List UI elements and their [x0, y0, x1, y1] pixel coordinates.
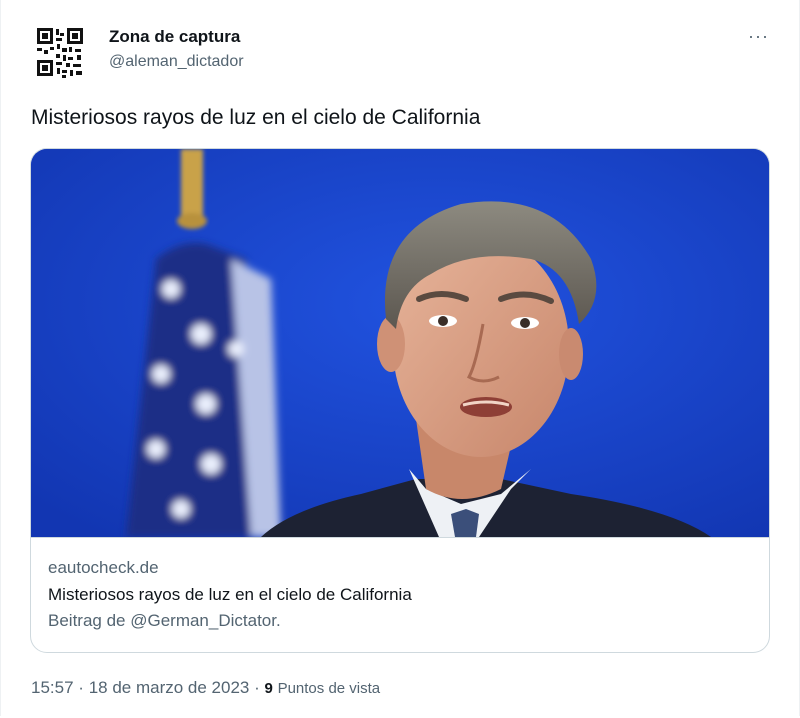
card-title: Misteriosos rayos de luz en el cielo de … — [48, 585, 412, 604]
views-label: Puntos de vista — [277, 680, 381, 697]
card-image[interactable] — [31, 149, 769, 537]
card-meta: eautocheck.de Misteriosos rayos de luz e… — [31, 537, 769, 652]
tweet-time[interactable]: 15:57 — [31, 678, 74, 697]
tweet-text: Misteriosos rayos de luz en el cielo de … — [31, 106, 481, 129]
card-description: Beitrag de @German_Dictator. — [48, 611, 281, 630]
author-handle[interactable]: @aleman_dictador — [109, 53, 244, 71]
link-preview-card[interactable]: eautocheck.de Misteriosos rayos de luz e… — [30, 148, 770, 653]
views-count: 9 — [264, 680, 273, 697]
more-options-icon[interactable]: ··· — [748, 26, 769, 47]
separator-2: · — [254, 678, 260, 697]
tweet-footer: 15:57 · 18 de marzo de 2023 · 9 Puntos d… — [31, 678, 380, 698]
author-display-name[interactable]: Zona de captura — [109, 27, 240, 47]
tweet-date[interactable]: 18 de marzo de 2023 — [89, 678, 250, 697]
avatar[interactable] — [31, 24, 89, 82]
speaker-photo — [31, 149, 769, 537]
qr-code-icon — [31, 24, 89, 82]
tweet-container: Zona de captura @aleman_dictador ··· Mis… — [0, 0, 800, 716]
card-domain: eautocheck.de — [48, 558, 159, 577]
separator: · — [78, 678, 84, 697]
